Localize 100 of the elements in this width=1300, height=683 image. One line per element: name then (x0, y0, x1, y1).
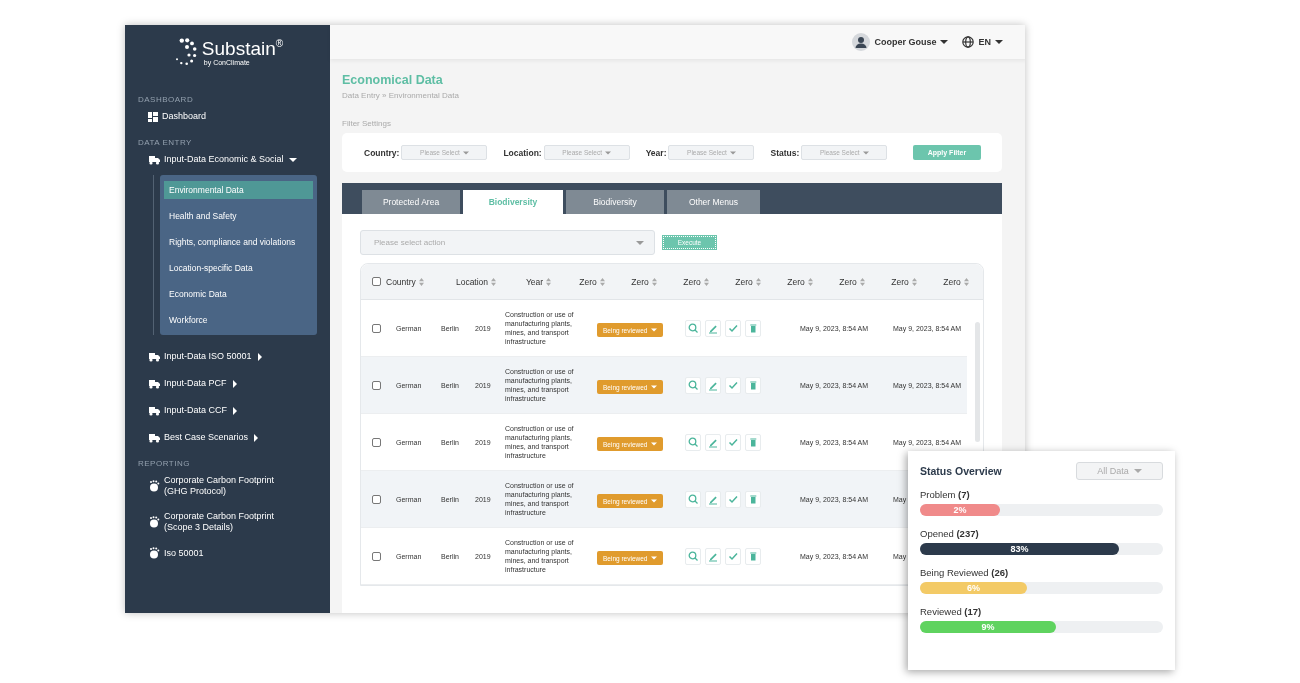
column-header[interactable]: Zero (930, 276, 982, 287)
submenu-item[interactable]: Environmental Data (164, 181, 313, 199)
submenu-item[interactable]: Economic Data (164, 285, 313, 303)
column-header[interactable]: Zero (878, 276, 930, 287)
pencil-button[interactable] (705, 376, 721, 394)
trash-button[interactable] (745, 433, 761, 451)
check-button[interactable] (725, 433, 741, 451)
column-header[interactable]: Zero (670, 276, 722, 287)
search-button[interactable] (685, 490, 701, 508)
pencil-button[interactable] (705, 319, 721, 337)
checkbox[interactable] (372, 437, 381, 447)
caret-down-icon (862, 149, 869, 156)
column-header[interactable]: Zero (618, 276, 670, 287)
checkbox[interactable] (372, 380, 381, 390)
sort-icon (911, 277, 917, 286)
footprint-icon (148, 547, 160, 559)
pencil-button[interactable] (705, 433, 721, 451)
caret-down-icon (995, 39, 1003, 45)
search-icon (688, 493, 698, 505)
section-heading: DATA ENTRY (137, 138, 193, 147)
grid-icon (148, 111, 158, 122)
sidebar-item[interactable]: Input-Data ISO 50001 (125, 351, 330, 362)
field-label: Location: (503, 147, 542, 158)
sidebar-item[interactable]: Input-Data Economic & Social (125, 154, 330, 165)
status-label: Opened (237) (920, 528, 980, 539)
truck-icon (148, 405, 160, 416)
language-menu[interactable]: EN (962, 36, 1003, 48)
card-title: Status Overview (920, 465, 1002, 477)
trash-button[interactable] (745, 547, 761, 565)
column-header[interactable]: Year (511, 276, 566, 287)
check-icon (728, 493, 738, 505)
column-header[interactable]: Zero (774, 276, 826, 287)
footprint-icon (148, 480, 160, 492)
pencil-button[interactable] (705, 547, 721, 565)
column-header[interactable]: Zero (566, 276, 618, 287)
sort-icon (807, 277, 813, 286)
column-header[interactable]: Country (381, 276, 441, 287)
percent-label: 6% (966, 583, 980, 593)
tab[interactable]: Biodiversity (566, 190, 664, 214)
trash-icon (748, 493, 758, 505)
search-icon (688, 550, 698, 562)
check-button[interactable] (725, 319, 741, 337)
truck-icon (148, 378, 160, 389)
sidebar-item[interactable]: Input-Data PCF (125, 378, 330, 389)
tab[interactable]: Protected Area (362, 190, 460, 214)
checkbox[interactable] (372, 323, 381, 333)
search-button[interactable] (685, 433, 701, 451)
check-button[interactable] (725, 547, 741, 565)
page-title: Economical Data (342, 73, 444, 87)
sidebar-item[interactable]: Corporate Carbon Footprint (Scope 3 Details) (125, 511, 330, 533)
check-icon (728, 436, 738, 448)
tab[interactable]: Other Menus (667, 190, 760, 214)
submenu-item[interactable]: Rights, compliance and violations (164, 233, 313, 251)
pencil-button[interactable] (705, 490, 721, 508)
caret-down-icon (729, 149, 736, 156)
search-button[interactable] (685, 376, 701, 394)
check-button[interactable] (725, 490, 741, 508)
checkbox[interactable] (372, 277, 381, 286)
sidebar-item[interactable]: Corporate Carbon Footprint (GHG Protocol) (125, 475, 330, 497)
trash-icon (748, 436, 758, 448)
submenu-item[interactable]: Health and Safety (164, 207, 313, 225)
sidebar-item[interactable]: Best Case Scenarios (125, 432, 330, 443)
search-button[interactable] (685, 547, 701, 565)
search-icon (688, 436, 698, 448)
caret-down-icon (940, 39, 949, 45)
trash-button[interactable] (745, 376, 761, 394)
check-icon (728, 550, 738, 562)
check-icon (728, 322, 738, 334)
search-icon (688, 322, 698, 334)
user-menu[interactable]: Cooper Gouse (852, 33, 949, 51)
submenu-item[interactable]: Workforce (164, 311, 313, 329)
checkbox[interactable] (372, 494, 381, 504)
sort-icon (418, 277, 424, 286)
scrollbar[interactable] (975, 322, 980, 442)
caret-down-icon (651, 384, 658, 391)
breadcrumb: Data Entry » Environmental Data (342, 91, 460, 100)
column-header[interactable]: Zero (826, 276, 878, 287)
truck-icon (148, 351, 160, 362)
caret-down-icon (651, 327, 658, 334)
percent-label: 9% (981, 622, 995, 632)
caret-down-icon (1133, 468, 1142, 474)
checkbox[interactable] (372, 551, 381, 561)
sort-icon (963, 277, 969, 286)
caret-down-icon (462, 149, 469, 156)
column-header[interactable]: Location (441, 276, 511, 287)
sidebar-item[interactable]: Dashboard (125, 111, 330, 122)
status-label: Problem (7) (920, 489, 971, 500)
sort-icon (651, 277, 657, 286)
submenu-item[interactable]: Location-specific Data (164, 259, 313, 277)
column-header[interactable]: Zero (722, 276, 774, 287)
sidebar-item[interactable]: Input-Data CCF (125, 405, 330, 416)
trash-button[interactable] (745, 490, 761, 508)
check-icon (728, 379, 738, 391)
caret-down-icon (651, 498, 658, 505)
sort-icon (599, 277, 605, 286)
sidebar-item[interactable]: Iso 50001 (125, 547, 330, 559)
trash-button[interactable] (745, 319, 761, 337)
footprint-icon (148, 516, 160, 528)
search-button[interactable] (685, 319, 701, 337)
check-button[interactable] (725, 376, 741, 394)
